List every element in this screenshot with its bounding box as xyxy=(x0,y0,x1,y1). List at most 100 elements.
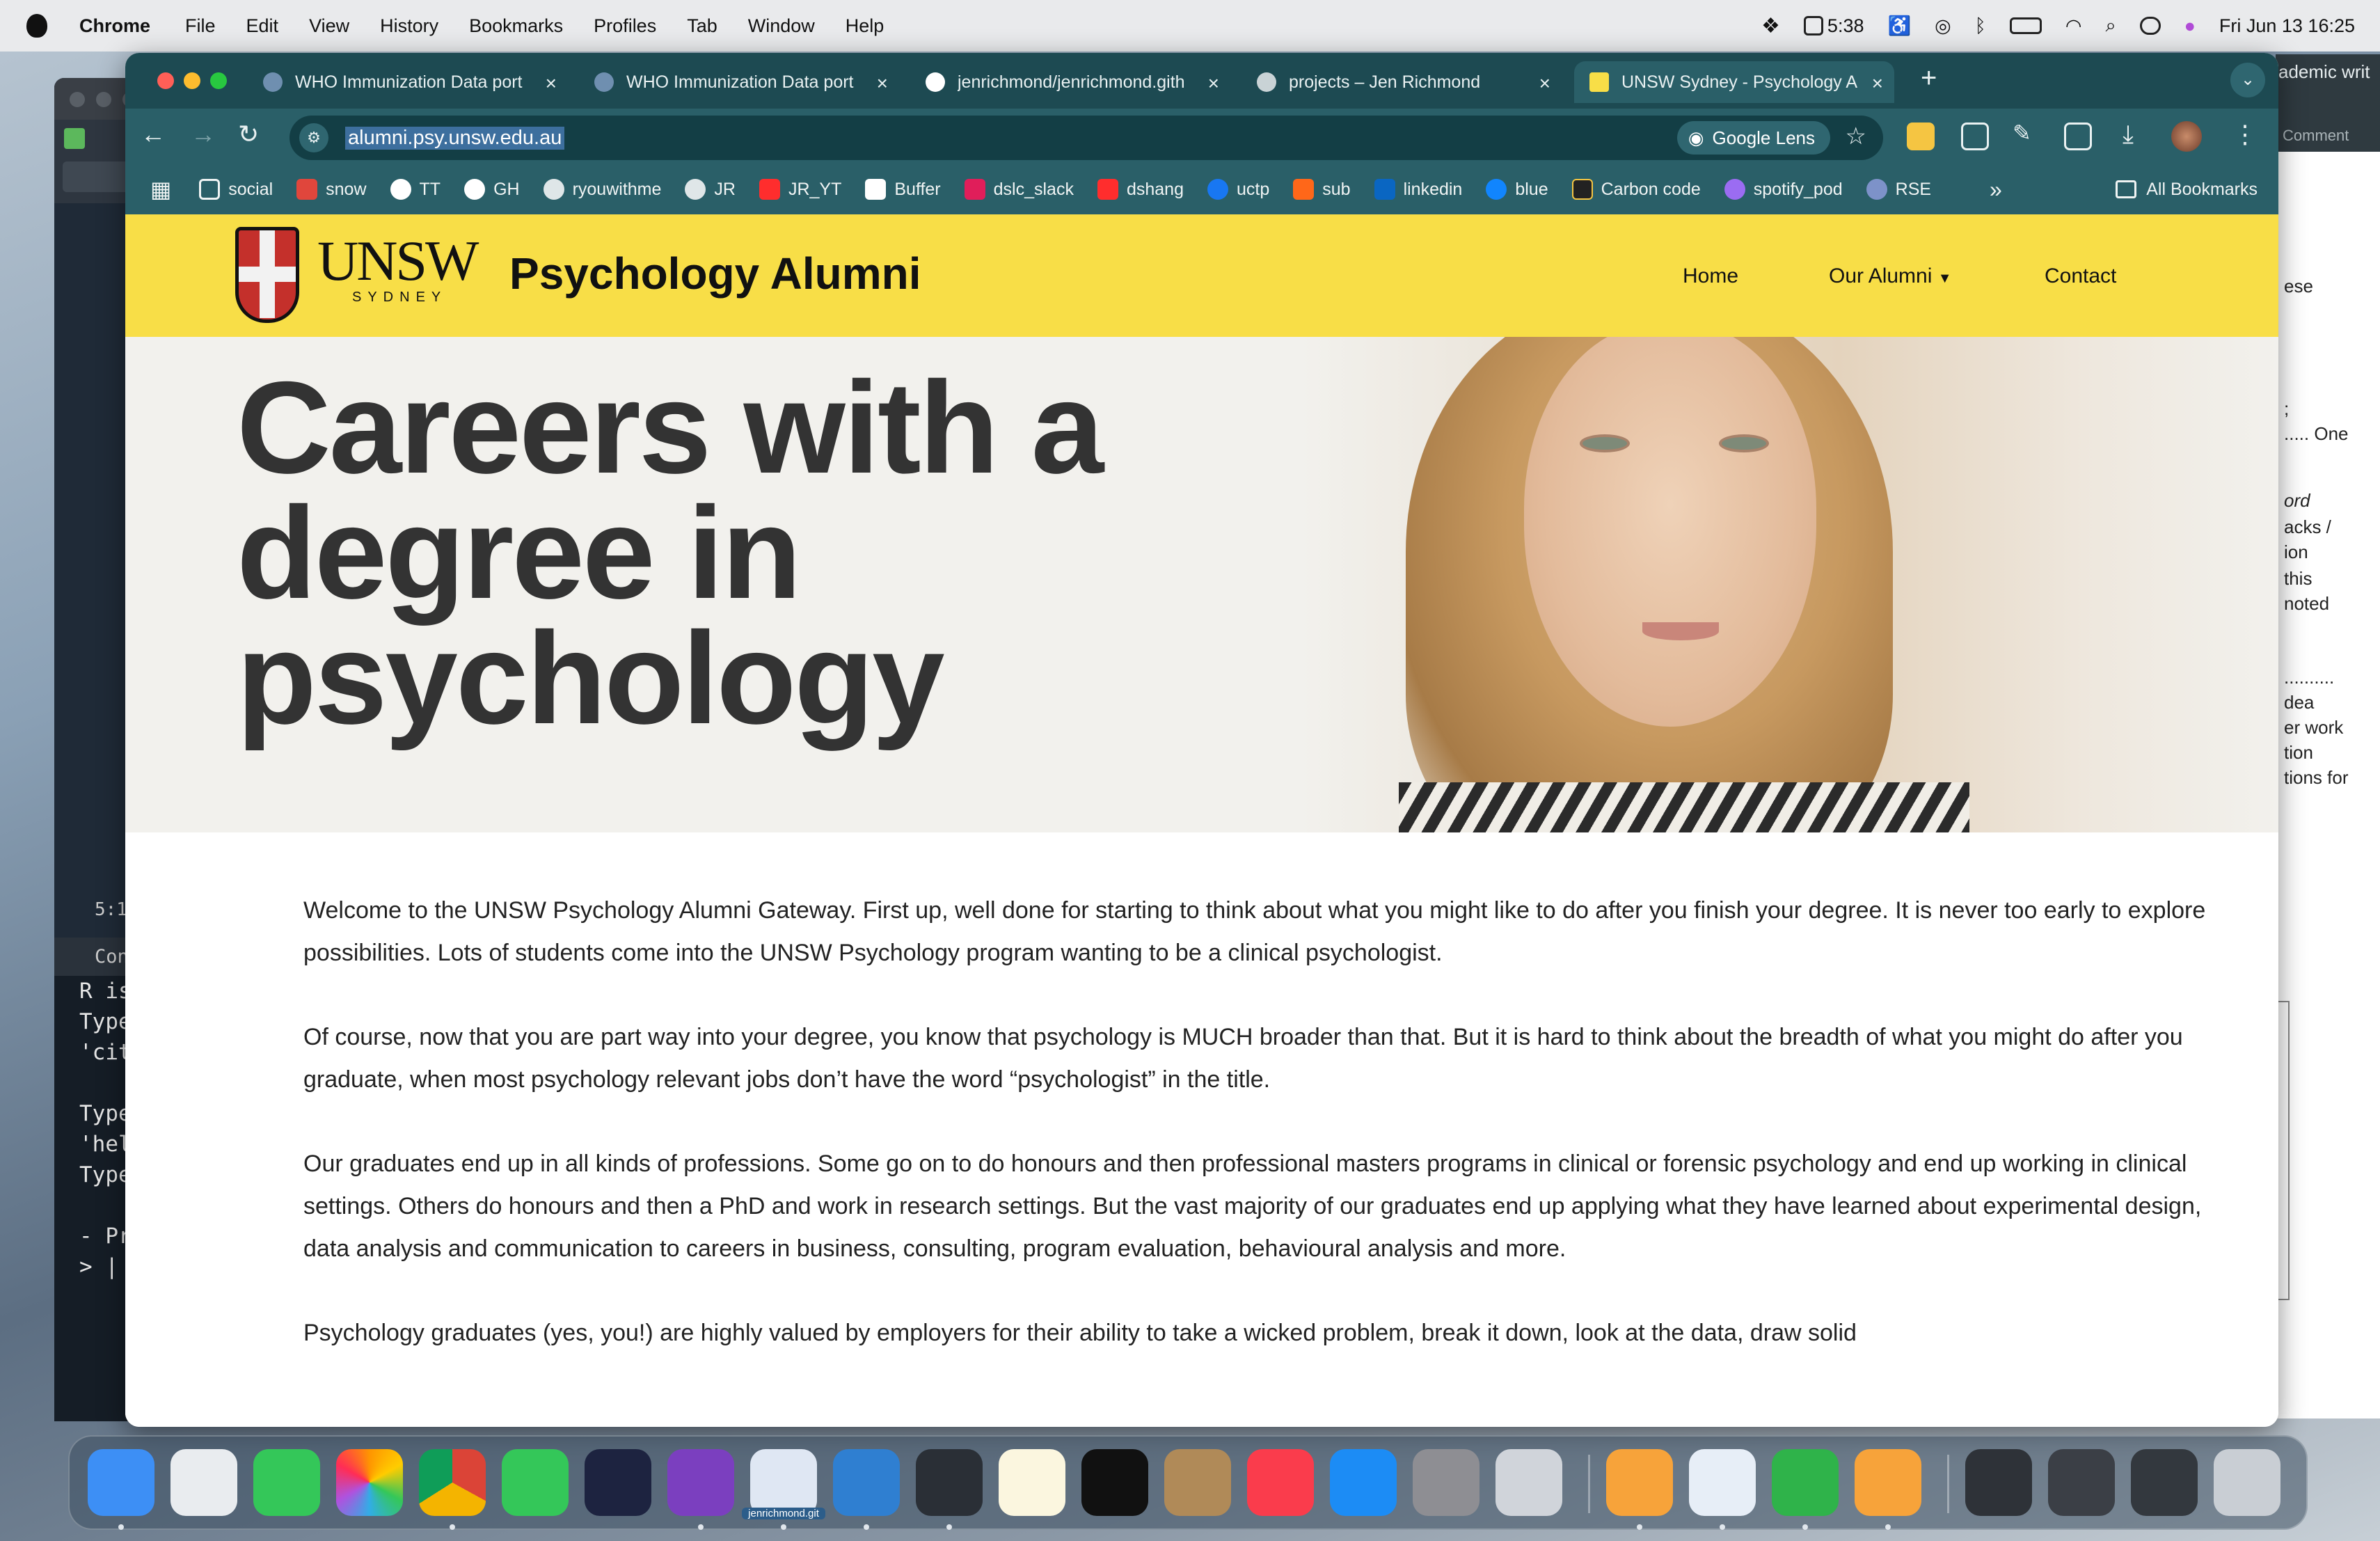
window-thumb-1-icon[interactable] xyxy=(1965,1449,2032,1516)
bookmark-blue[interactable]: blue xyxy=(1486,179,1548,200)
minimize-window-button[interactable] xyxy=(184,72,200,89)
bookmark-spotify-pod[interactable]: spotify_pod xyxy=(1724,179,1843,200)
menu-help[interactable]: Help xyxy=(846,15,884,37)
download-icon[interactable]: ⤓ xyxy=(2123,120,2134,150)
menu-bookmarks[interactable]: Bookmarks xyxy=(469,15,563,37)
close-tab-icon[interactable]: × xyxy=(1539,72,1550,95)
menu-datetime[interactable]: Fri Jun 13 16:25 xyxy=(2219,15,2355,37)
tab-search-button[interactable]: ⌄ xyxy=(2230,63,2265,97)
url-text[interactable]: alumni.psy.unsw.edu.au xyxy=(345,126,565,150)
tab-projects[interactable]: projects – Jen Richmond × xyxy=(1241,61,1562,103)
all-bookmarks-button[interactable]: All Bookmarks xyxy=(2116,164,2258,214)
rstudio-icon[interactable] xyxy=(750,1449,817,1516)
rstudio-new-file-icon[interactable] xyxy=(64,128,85,149)
pages-icon[interactable] xyxy=(1855,1449,1921,1516)
finder-icon[interactable] xyxy=(88,1449,154,1516)
bookmark-ryouwithme[interactable]: ryouwithme xyxy=(543,179,661,200)
bookmark-tt[interactable]: TT xyxy=(390,179,441,200)
window-thumb-2-icon[interactable] xyxy=(2048,1449,2115,1516)
chrome-window[interactable]: WHO Immunization Data port × WHO Immuniz… xyxy=(125,53,2278,1427)
zoom-window-button[interactable] xyxy=(210,72,227,89)
nav-contact[interactable]: Contact xyxy=(2045,264,2116,288)
extensions-puzzle-icon[interactable] xyxy=(2064,123,2092,150)
bookmark-buffer[interactable]: Buffer xyxy=(865,179,941,200)
close-tab-icon[interactable]: × xyxy=(546,72,557,95)
unsw-crest-logo[interactable] xyxy=(235,227,299,323)
tot-icon[interactable] xyxy=(1606,1449,1673,1516)
battery-icon[interactable] xyxy=(2009,17,2042,34)
chrome-icon[interactable] xyxy=(419,1449,486,1516)
bookmark-dslc-slack[interactable]: dslc_slack xyxy=(964,179,1074,200)
eyedropper-icon[interactable]: ✎ xyxy=(2013,120,2031,146)
music-icon[interactable] xyxy=(1247,1449,1314,1516)
launchpad-icon[interactable] xyxy=(170,1449,237,1516)
new-tab-button[interactable]: + xyxy=(1921,63,1937,94)
reload-button[interactable]: ↻ xyxy=(238,120,259,149)
forward-button[interactable]: → xyxy=(191,120,216,149)
unsw-wordmark[interactable]: UNSW xyxy=(317,228,479,294)
nav-our-alumni[interactable]: Our Alumni ▼ xyxy=(1829,264,1952,288)
apple-tv-icon[interactable] xyxy=(1081,1449,1148,1516)
dropbox-icon[interactable]: ❖ xyxy=(1761,14,1780,38)
bookmark-jr-yt[interactable]: JR_YT xyxy=(759,179,841,200)
airdrop-icon[interactable]: ◎ xyxy=(1935,15,1951,37)
menu-tab[interactable]: Tab xyxy=(687,15,717,37)
bluetooth-icon[interactable]: ᛒ xyxy=(1975,15,1986,37)
positron-icon[interactable] xyxy=(833,1449,900,1516)
wifi-icon[interactable]: ◠ xyxy=(2065,15,2082,37)
bookmark-dshang[interactable]: dshang xyxy=(1097,179,1184,200)
bookmark-linkedin[interactable]: linkedin xyxy=(1374,179,1462,200)
apps-grid-icon[interactable]: ▦ xyxy=(150,176,171,203)
tab-unsw-psychology[interactable]: UNSW Sydney - Psychology A × xyxy=(1574,61,1894,103)
bookmark-star-icon[interactable]: ☆ xyxy=(1846,123,1866,150)
trash-icon[interactable] xyxy=(2214,1449,2280,1516)
profile-avatar[interactable] xyxy=(2171,121,2202,152)
menu-view[interactable]: View xyxy=(309,15,349,37)
messages-icon[interactable] xyxy=(253,1449,320,1516)
menu-window[interactable]: Window xyxy=(748,15,815,37)
google-lens-button[interactable]: ◉ Google Lens xyxy=(1676,121,1830,155)
site-title[interactable]: Psychology Alumni xyxy=(509,248,921,299)
menu-history[interactable]: History xyxy=(380,15,438,37)
bookmarks-overflow-button[interactable]: » xyxy=(1990,177,2002,203)
close-tab-icon[interactable]: × xyxy=(877,72,888,95)
menu-app-name[interactable]: Chrome xyxy=(79,15,150,37)
bookmark-gh[interactable]: GH xyxy=(464,179,520,200)
rstudio-minimize-button[interactable] xyxy=(96,92,111,107)
bookmark-social[interactable]: social xyxy=(199,179,273,200)
menu-file[interactable]: File xyxy=(185,15,216,37)
preview-icon[interactable] xyxy=(1689,1449,1756,1516)
spotlight-icon[interactable]: ⌕ xyxy=(2105,15,2116,37)
back-button[interactable]: ← xyxy=(141,120,166,149)
tab-who-2[interactable]: WHO Immunization Data port × xyxy=(579,61,899,103)
nav-home[interactable]: Home xyxy=(1683,264,1738,288)
menu-profiles[interactable]: Profiles xyxy=(594,15,656,37)
iphone-mirroring-icon[interactable] xyxy=(1496,1449,1562,1516)
extension-2-icon[interactable] xyxy=(1961,123,1989,150)
photos-icon[interactable] xyxy=(336,1449,403,1516)
bookmark-carbon-code[interactable]: Carbon code xyxy=(1571,179,1701,200)
window-thumb-3-icon[interactable] xyxy=(2131,1449,2198,1516)
bookmark-sub[interactable]: sub xyxy=(1293,179,1351,200)
chrome-menu-icon[interactable]: ⋮ xyxy=(2232,120,2258,149)
background-document-window[interactable]: ademic writ Comment ese ; ..... One ord … xyxy=(2276,54,2380,1418)
site-info-icon[interactable]: ⚙ xyxy=(299,123,328,152)
bookmark-snow[interactable]: snow xyxy=(296,179,367,200)
numbers-icon[interactable] xyxy=(1772,1449,1839,1516)
address-bar[interactable]: ⚙ alumni.psy.unsw.edu.au ◉ Google Lens ☆ xyxy=(289,116,1883,160)
quicktime-icon[interactable] xyxy=(916,1449,983,1516)
close-window-button[interactable] xyxy=(157,72,174,89)
bookmark-jr[interactable]: JR xyxy=(685,179,736,200)
menu-edit[interactable]: Edit xyxy=(246,15,279,37)
tab-github[interactable]: jenrichmond/jenrichmond.gith × xyxy=(910,61,1230,103)
facetime-icon[interactable] xyxy=(502,1449,569,1516)
accessibility-icon[interactable]: ♿ xyxy=(1887,15,1911,37)
siri-icon[interactable]: ● xyxy=(2184,15,2196,37)
system-settings-icon[interactable] xyxy=(1413,1449,1479,1516)
close-tab-icon[interactable]: × xyxy=(1872,72,1883,95)
apple-menu-icon[interactable] xyxy=(26,14,47,38)
control-center-icon[interactable] xyxy=(2139,17,2161,35)
comment-button[interactable]: Comment xyxy=(2283,127,2349,145)
app-store-icon[interactable] xyxy=(1330,1449,1397,1516)
bookmark-rse[interactable]: RSE xyxy=(1866,179,1931,200)
